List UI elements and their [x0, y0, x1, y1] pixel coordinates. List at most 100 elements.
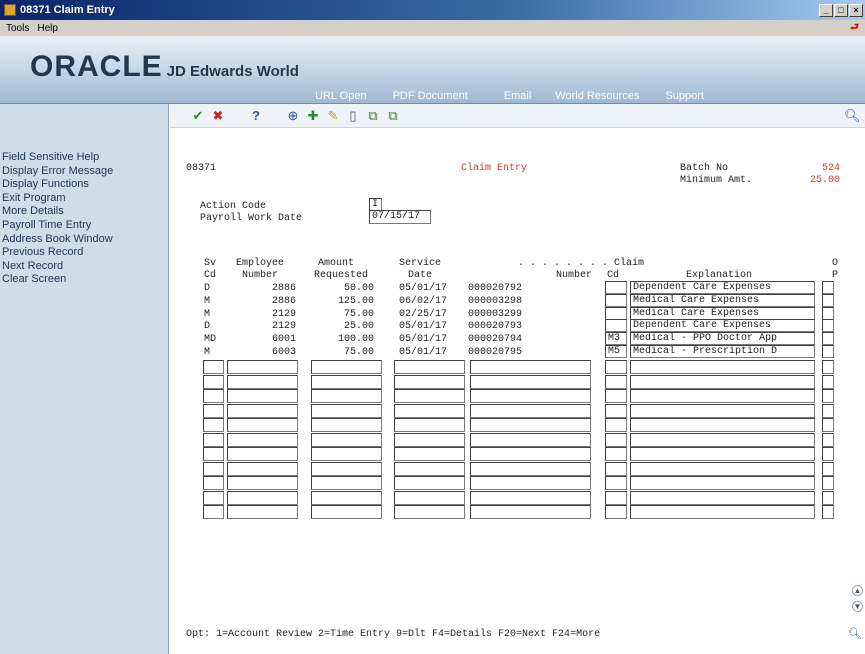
empty-option-input[interactable] — [822, 418, 834, 432]
empty-sv-input[interactable] — [203, 403, 224, 418]
sidebar-item-more-details[interactable]: More Details — [2, 205, 168, 219]
cell-option-input[interactable] — [822, 332, 834, 346]
cell-option-input[interactable] — [822, 319, 834, 333]
edit-pencil-icon[interactable]: ✎ — [325, 108, 341, 124]
empty-date-input[interactable] — [394, 360, 465, 374]
empty-employee-input[interactable] — [227, 447, 298, 461]
cell-explanation-input[interactable]: Medical - Prescription D — [630, 345, 815, 358]
empty-claim-number-input[interactable] — [470, 490, 591, 505]
cell-option-input[interactable] — [822, 293, 834, 307]
link-support[interactable]: Support — [665, 90, 704, 102]
empty-option-input[interactable] — [822, 432, 834, 447]
empty-amount-input[interactable] — [311, 418, 382, 432]
empty-claim-cd-input[interactable] — [605, 389, 627, 403]
empty-employee-input[interactable] — [227, 403, 298, 418]
sidebar-item-payroll-time-entry[interactable]: Payroll Time Entry — [2, 219, 168, 233]
empty-option-input[interactable] — [822, 403, 834, 418]
link-pdf-document[interactable]: PDF Document — [393, 90, 468, 102]
empty-claim-cd-input[interactable] — [605, 490, 627, 505]
empty-explanation-input[interactable] — [630, 360, 815, 374]
empty-employee-input[interactable] — [227, 432, 298, 447]
empty-date-input[interactable] — [394, 476, 465, 490]
empty-explanation-input[interactable] — [630, 505, 815, 519]
empty-date-input[interactable] — [394, 418, 465, 432]
empty-date-input[interactable] — [394, 432, 465, 447]
empty-option-input[interactable] — [822, 374, 834, 389]
cell-option-input[interactable] — [822, 306, 834, 320]
empty-employee-input[interactable] — [227, 374, 298, 389]
empty-date-input[interactable] — [394, 490, 465, 505]
cell-claim-cd-input[interactable]: M5 — [605, 345, 627, 358]
empty-claim-number-input[interactable] — [470, 476, 591, 490]
cell-claim-cd-input[interactable]: M3 — [605, 332, 627, 346]
cell-explanation-input[interactable]: Dependent Care Expenses — [630, 319, 815, 333]
sidebar-item-address-book[interactable]: Address Book Window — [2, 233, 168, 247]
empty-claim-number-input[interactable] — [470, 360, 591, 374]
empty-employee-input[interactable] — [227, 389, 298, 403]
cell-claim-cd-input[interactable] — [605, 306, 627, 320]
empty-claim-number-input[interactable] — [470, 505, 591, 519]
cell-option-input[interactable] — [822, 345, 834, 358]
sidebar-item-field-help[interactable]: Field Sensitive Help — [2, 151, 168, 165]
empty-option-input[interactable] — [822, 360, 834, 374]
sidebar-item-previous-record[interactable]: Previous Record — [2, 246, 168, 260]
sidebar-item-exit-program[interactable]: Exit Program — [2, 192, 168, 206]
empty-option-input[interactable] — [822, 461, 834, 476]
empty-sv-input[interactable] — [203, 476, 224, 490]
empty-explanation-input[interactable] — [630, 389, 815, 403]
empty-explanation-input[interactable] — [630, 476, 815, 490]
empty-claim-number-input[interactable] — [470, 418, 591, 432]
empty-claim-number-input[interactable] — [470, 389, 591, 403]
empty-claim-number-input[interactable] — [470, 447, 591, 461]
help-question-icon[interactable]: ? — [248, 108, 264, 124]
cancel-x-icon[interactable]: ✖ — [210, 108, 226, 124]
empty-sv-input[interactable] — [203, 374, 224, 389]
empty-option-input[interactable] — [822, 476, 834, 490]
empty-amount-input[interactable] — [311, 476, 382, 490]
payroll-date-input[interactable]: 07/15/17 — [369, 210, 431, 224]
empty-claim-cd-input[interactable] — [605, 505, 627, 519]
empty-claim-cd-input[interactable] — [605, 418, 627, 432]
empty-employee-input[interactable] — [227, 490, 298, 505]
scroll-down-icon[interactable]: ▼ — [852, 601, 863, 612]
empty-amount-input[interactable] — [311, 490, 382, 505]
empty-date-input[interactable] — [394, 447, 465, 461]
scroll-up-icon[interactable]: ▲ — [852, 585, 863, 596]
empty-sv-input[interactable] — [203, 432, 224, 447]
empty-option-input[interactable] — [822, 447, 834, 461]
link-url-open[interactable]: URL Open — [315, 90, 367, 102]
sidebar-item-error-message[interactable]: Display Error Message — [2, 165, 168, 179]
empty-employee-input[interactable] — [227, 505, 298, 519]
link-email[interactable]: Email — [504, 90, 532, 102]
empty-amount-input[interactable] — [311, 374, 382, 389]
cell-explanation-input[interactable]: Medical - PPO Doctor App — [630, 332, 815, 346]
empty-claim-cd-input[interactable] — [605, 476, 627, 490]
empty-explanation-input[interactable] — [630, 403, 815, 418]
empty-option-input[interactable] — [822, 389, 834, 403]
empty-claim-cd-input[interactable] — [605, 461, 627, 476]
zoom-icon[interactable]: 🔍︎ — [848, 627, 862, 640]
cell-claim-cd-input[interactable] — [605, 293, 627, 307]
empty-explanation-input[interactable] — [630, 461, 815, 476]
empty-claim-cd-input[interactable] — [605, 447, 627, 461]
empty-amount-input[interactable] — [311, 505, 382, 519]
sidebar-item-display-functions[interactable]: Display Functions — [2, 178, 168, 192]
empty-amount-input[interactable] — [311, 389, 382, 403]
empty-explanation-input[interactable] — [630, 432, 815, 447]
cell-claim-cd-input[interactable] — [605, 281, 627, 294]
empty-date-input[interactable] — [394, 505, 465, 519]
empty-amount-input[interactable] — [311, 447, 382, 461]
empty-amount-input[interactable] — [311, 461, 382, 476]
empty-claim-number-input[interactable] — [470, 461, 591, 476]
empty-claim-cd-input[interactable] — [605, 374, 627, 389]
magnify-icon[interactable]: 🔍︎ — [844, 108, 861, 124]
empty-sv-input[interactable] — [203, 389, 224, 403]
copy-icon[interactable]: ⧉ — [365, 108, 381, 124]
empty-explanation-input[interactable] — [630, 374, 815, 389]
empty-sv-input[interactable] — [203, 505, 224, 519]
empty-date-input[interactable] — [394, 403, 465, 418]
link-world-resources[interactable]: World Resources — [555, 90, 639, 102]
empty-option-input[interactable] — [822, 505, 834, 519]
cell-explanation-input[interactable]: Medical Care Expenses — [630, 293, 815, 307]
empty-date-input[interactable] — [394, 461, 465, 476]
